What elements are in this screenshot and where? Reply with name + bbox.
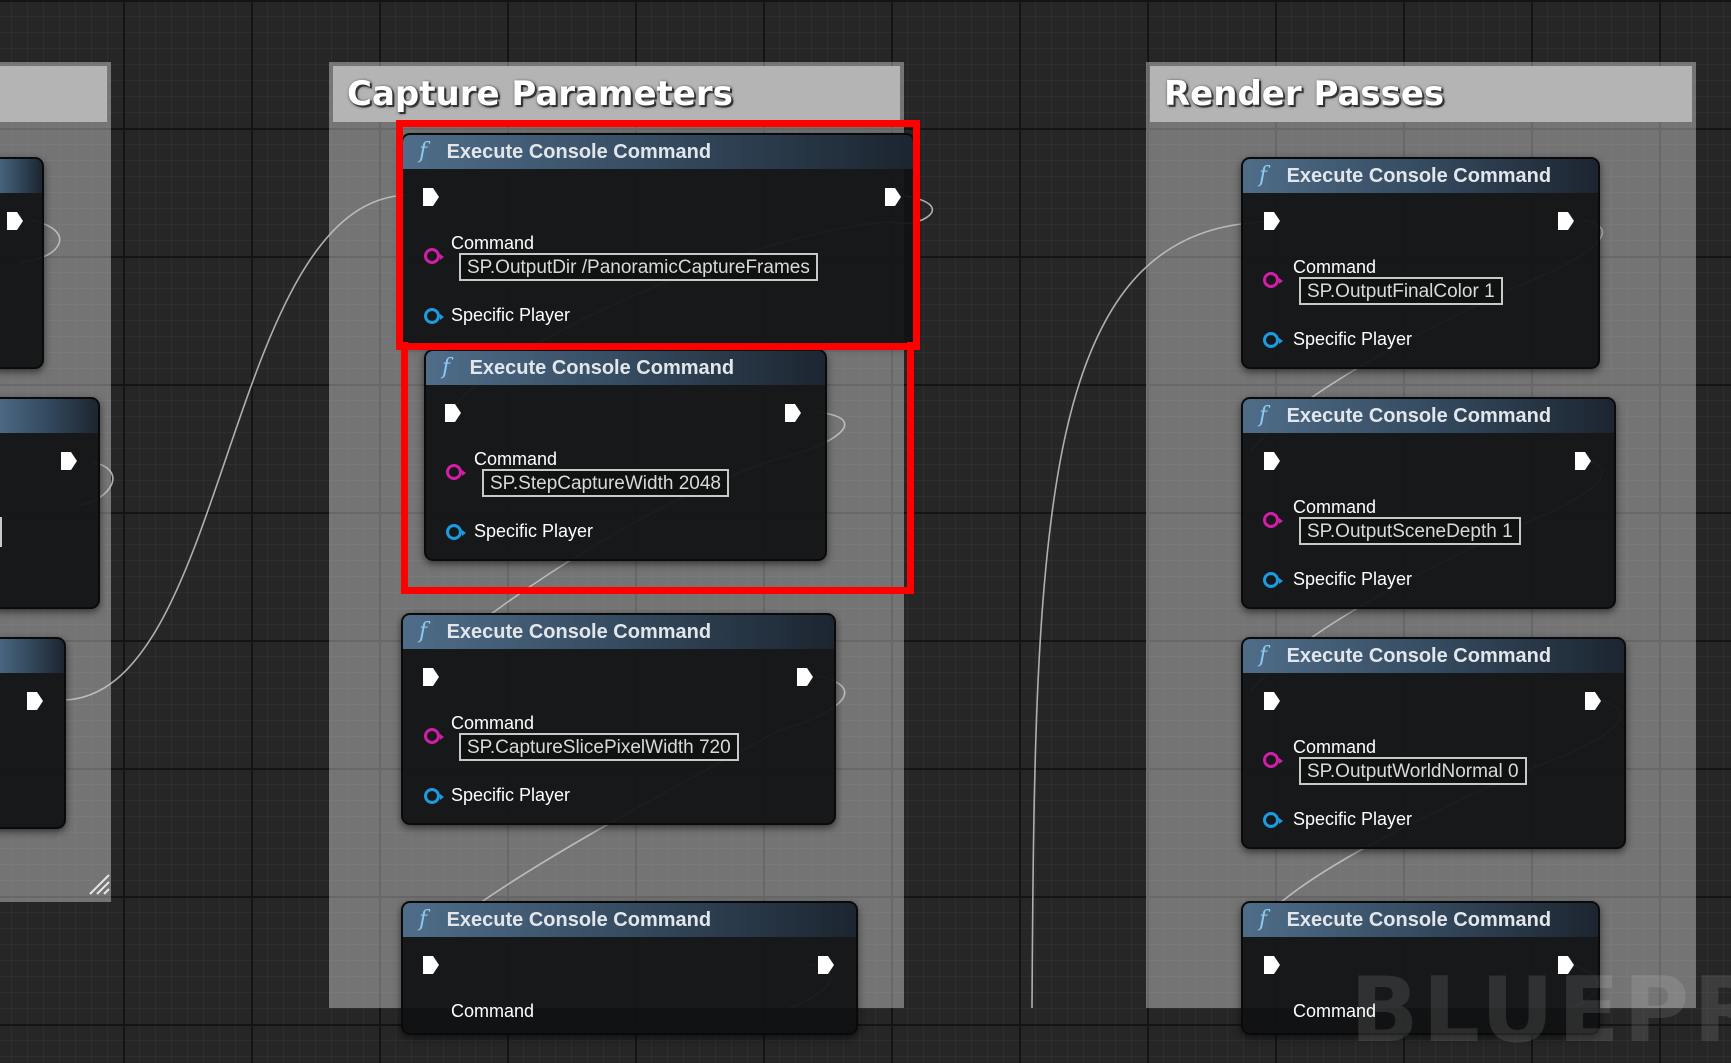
- function-icon: f: [419, 139, 428, 164]
- exec-out-pin-icon[interactable]: [6, 211, 24, 231]
- command-label: Command: [1293, 257, 1377, 277]
- execute-console-command-node[interactable]: f Execute Console Command Command SP.Ste…: [424, 349, 827, 561]
- specific-player-label: Specific Player: [451, 305, 571, 325]
- specific-player-label: Specific Player: [1293, 809, 1413, 829]
- execute-console-command-node[interactable]: f Execute Console Command Command SP.Out…: [401, 133, 915, 345]
- function-icon: f: [419, 619, 428, 644]
- command-label: Command: [451, 713, 535, 733]
- execute-console-command-node[interactable]: f Execute Console Command Command: [401, 901, 858, 1035]
- object-pin-icon[interactable]: [1263, 812, 1283, 828]
- exec-in-pin-icon[interactable]: [1263, 691, 1281, 711]
- object-pin-icon[interactable]: [446, 524, 466, 540]
- node-header[interactable]: f Execute Console Command: [1243, 159, 1598, 193]
- object-pin-icon[interactable]: [424, 788, 444, 804]
- command-label: Command: [451, 233, 535, 253]
- exec-in-pin-icon[interactable]: [422, 187, 440, 207]
- string-pin-icon[interactable]: [1263, 512, 1283, 528]
- node-title: Execute Console Command: [1286, 909, 1552, 931]
- exec-out-pin-icon[interactable]: [1557, 211, 1575, 231]
- node-title: Execute Console Command: [1286, 165, 1552, 187]
- exec-out-pin-icon[interactable]: [1584, 691, 1602, 711]
- resize-handle-icon[interactable]: [88, 873, 110, 895]
- command-label: Command: [1293, 737, 1377, 757]
- node-partial-left-1[interactable]: [0, 157, 44, 369]
- exec-out-pin-icon[interactable]: [60, 451, 78, 471]
- function-icon: f: [1259, 403, 1268, 428]
- string-pin-icon[interactable]: [1263, 272, 1283, 288]
- exec-in-pin-icon[interactable]: [422, 667, 440, 687]
- exec-in-pin-icon[interactable]: [1263, 955, 1281, 975]
- function-icon: f: [442, 355, 451, 380]
- execute-console-command-node[interactable]: f Execute Console Command Command SP.Out…: [1241, 157, 1600, 369]
- specific-player-label: Specific Player: [474, 521, 594, 541]
- exec-out-pin-icon[interactable]: [817, 955, 835, 975]
- function-icon: f: [1259, 643, 1268, 668]
- exec-out-pin-icon[interactable]: [884, 187, 902, 207]
- exec-in-pin-icon[interactable]: [1263, 451, 1281, 471]
- command-input[interactable]: SP.OutputWorldNormal 0: [1299, 757, 1527, 785]
- exec-out-pin-icon[interactable]: [26, 691, 44, 711]
- object-pin-icon[interactable]: [1263, 572, 1283, 588]
- node-title: Execute Console Command: [469, 357, 735, 379]
- comment-title-render-passes[interactable]: Render Passes: [1150, 66, 1692, 122]
- string-pin-icon[interactable]: [1263, 752, 1283, 768]
- command-label: Command: [1293, 497, 1377, 517]
- object-pin-icon[interactable]: [424, 308, 444, 324]
- command-input[interactable]: SP.OutputFinalColor 1: [1299, 277, 1503, 305]
- node-header[interactable]: [0, 399, 98, 433]
- command-input[interactable]: SP.OutputDir /PanoramicCaptureFrames: [459, 253, 818, 281]
- command-input[interactable]: SP.CaptureSlicePixelWidth 720: [459, 733, 739, 761]
- command-field-edge[interactable]: [0, 517, 2, 547]
- node-partial-left-3[interactable]: [0, 637, 66, 829]
- execute-console-command-node[interactable]: f Execute Console Command Command SP.Out…: [1241, 397, 1616, 609]
- node-title: Execute Console Command: [1286, 645, 1552, 667]
- node-title: Execute Console Command: [446, 141, 712, 163]
- string-pin-icon[interactable]: [424, 248, 444, 264]
- node-header[interactable]: f Execute Console Command: [403, 135, 913, 169]
- node-header[interactable]: [0, 639, 64, 673]
- node-header[interactable]: f Execute Console Command: [1243, 639, 1624, 673]
- function-icon: f: [1259, 907, 1268, 932]
- exec-in-pin-icon[interactable]: [1263, 211, 1281, 231]
- blueprint-watermark: BLUEPRIN: [1350, 958, 1731, 1063]
- node-header[interactable]: f Execute Console Command: [403, 903, 856, 937]
- exec-out-pin-icon[interactable]: [1574, 451, 1592, 471]
- exec-out-pin-icon[interactable]: [796, 667, 814, 687]
- node-header[interactable]: f Execute Console Command: [426, 351, 825, 385]
- comment-title-left[interactable]: [0, 66, 107, 122]
- node-partial-left-2[interactable]: [0, 397, 100, 609]
- function-icon: f: [419, 907, 428, 932]
- execute-console-command-node[interactable]: f Execute Console Command Command SP.Cap…: [401, 613, 836, 825]
- string-pin-icon[interactable]: [446, 464, 466, 480]
- exec-out-pin-icon[interactable]: [784, 403, 802, 423]
- node-header[interactable]: f Execute Console Command: [403, 615, 834, 649]
- node-title: Execute Console Command: [1286, 405, 1552, 427]
- execute-console-command-node[interactable]: f Execute Console Command Command SP.Out…: [1241, 637, 1626, 849]
- command-label: Command: [451, 1001, 535, 1021]
- string-pin-icon[interactable]: [424, 728, 444, 744]
- command-input[interactable]: SP.StepCaptureWidth 2048: [482, 469, 729, 497]
- function-icon: f: [1259, 163, 1268, 188]
- node-title: Execute Console Command: [446, 909, 712, 931]
- exec-in-pin-icon[interactable]: [444, 403, 462, 423]
- exec-in-pin-icon[interactable]: [422, 955, 440, 975]
- node-title: Execute Console Command: [446, 621, 712, 643]
- specific-player-label: Specific Player: [1293, 569, 1413, 589]
- node-header[interactable]: f Execute Console Command: [1243, 399, 1614, 433]
- specific-player-label: Specific Player: [1293, 329, 1413, 349]
- specific-player-label: Specific Player: [451, 785, 571, 805]
- node-header[interactable]: f Execute Console Command: [1243, 903, 1598, 937]
- comment-title-capture-parameters[interactable]: Capture Parameters: [333, 66, 900, 122]
- object-pin-icon[interactable]: [1263, 332, 1283, 348]
- node-header[interactable]: [0, 159, 42, 193]
- command-input[interactable]: SP.OutputSceneDepth 1: [1299, 517, 1521, 545]
- command-label: Command: [474, 449, 558, 469]
